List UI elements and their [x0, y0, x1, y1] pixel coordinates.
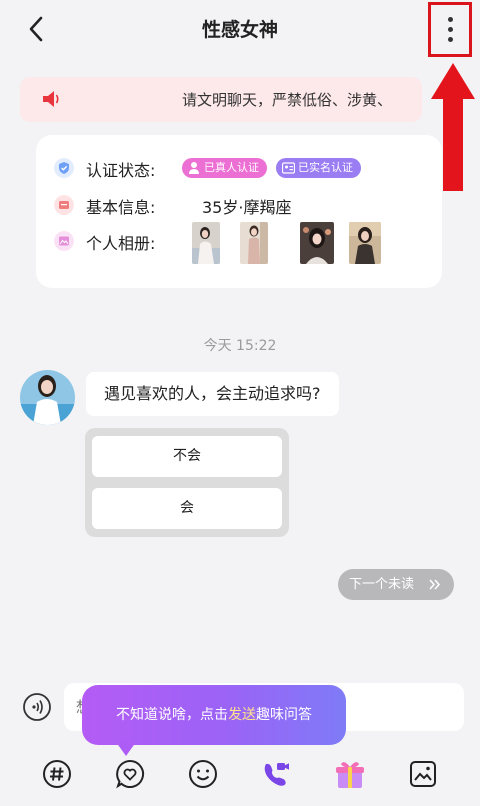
image-icon[interactable] — [408, 759, 438, 789]
info-row: 基本信息: 35岁·摩羯座 — [54, 192, 434, 218]
album-row: 个人相册: — [54, 222, 434, 264]
profile-card: 认证状态: 已真人认证 已实名认证 基本信息: 35岁·摩羯座 个人相册: — [36, 135, 442, 288]
tooltip-highlight: 发送 — [228, 707, 256, 723]
header-bar: 性感女神 — [0, 0, 480, 58]
more-vertical-icon — [448, 37, 453, 42]
gift-icon[interactable] — [334, 759, 366, 789]
option-yes-button[interactable]: 会 — [92, 488, 282, 529]
badge-label: 已实名认证 — [298, 161, 353, 174]
voice-icon[interactable] — [22, 692, 52, 722]
more-options-button[interactable] — [428, 2, 472, 57]
message-bubble: 遇见喜欢的人，会主动追求吗? — [86, 372, 339, 416]
tooltip-text-prefix: 不知道说啥，点击 — [116, 707, 228, 723]
next-unread-button[interactable]: 下一个未读 — [338, 569, 454, 600]
album-photo[interactable] — [240, 222, 268, 264]
message-timestamp: 今天 15:22 — [203, 338, 277, 354]
real-name-badge: 已实名认证 — [276, 158, 361, 178]
album-photo[interactable] — [300, 222, 334, 264]
avatar[interactable] — [20, 370, 75, 425]
page-title: 性感女神 — [201, 19, 278, 41]
notice-text: 请文明聊天，严禁低俗、涉黄、 — [182, 91, 393, 109]
id-card-icon — [282, 162, 295, 174]
speaker-icon — [43, 91, 59, 107]
person-verified-icon — [189, 162, 199, 174]
tooltip-pointer — [116, 742, 136, 756]
album-photo[interactable] — [192, 222, 220, 264]
notice-banner: 请文明聊天，严禁低俗、涉黄、 — [20, 77, 422, 122]
real-person-badge: 已真人认证 — [182, 158, 267, 178]
next-unread-label: 下一个未读 — [349, 577, 415, 592]
info-value: 35岁·摩羯座 — [202, 198, 292, 217]
quiz-hint-tooltip[interactable]: 不知道说啥，点击发送趣味问答 — [82, 685, 346, 745]
option-no-button[interactable]: 不会 — [92, 436, 282, 477]
album-label: 个人相册: — [86, 234, 156, 253]
answer-options: 不会 会 — [85, 428, 289, 537]
heart-chat-icon[interactable] — [115, 759, 145, 789]
video-call-icon[interactable] — [261, 759, 291, 789]
shield-check-icon — [54, 158, 74, 178]
smile-icon[interactable] — [188, 759, 218, 789]
verify-label: 认证状态: — [86, 161, 156, 180]
tooltip-text-suffix: 趣味问答 — [256, 707, 312, 723]
verify-row: 认证状态: 已真人认证 已实名认证 — [54, 155, 434, 181]
double-chevron-right-icon — [429, 579, 441, 590]
album-photo[interactable] — [349, 222, 381, 264]
info-card-icon — [54, 195, 74, 215]
hashtag-icon[interactable] — [42, 759, 72, 789]
more-vertical-icon — [448, 27, 453, 32]
album-icon — [54, 231, 74, 251]
more-vertical-icon — [448, 17, 453, 22]
info-label: 基本信息: — [86, 198, 156, 217]
badge-label: 已真人认证 — [204, 161, 259, 174]
